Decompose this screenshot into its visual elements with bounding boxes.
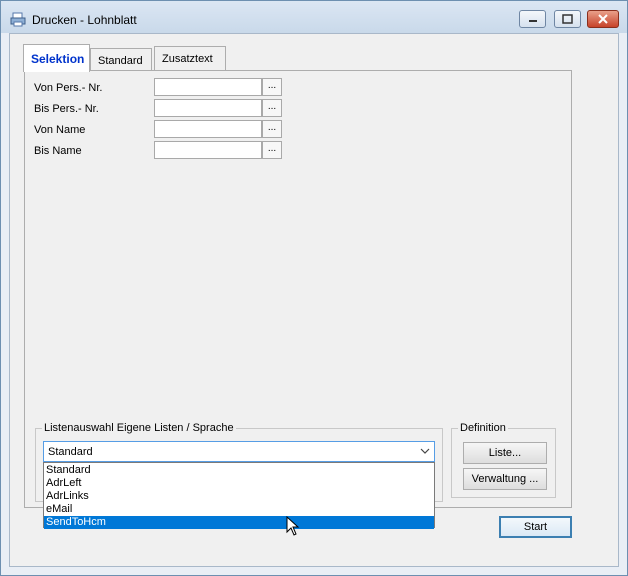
list-selection-combobox[interactable]: Standard (43, 441, 435, 462)
printer-icon (10, 12, 26, 27)
list-selection-group-title: Listenauswahl Eigene Listen / Sprache (42, 422, 236, 434)
bis-name-browse-button[interactable]: ... (262, 141, 282, 159)
mouse-cursor-icon (286, 516, 300, 536)
bis-pers-nr-field[interactable] (154, 99, 262, 117)
von-name-field[interactable] (154, 120, 262, 138)
minimize-icon (529, 20, 537, 22)
chevron-down-icon (420, 448, 430, 454)
von-pers-nr-field[interactable] (154, 78, 262, 96)
bis-name-field[interactable] (154, 141, 262, 159)
window-title: Drucken - Lohnblatt (32, 13, 137, 27)
close-icon (598, 14, 608, 24)
bis-pers-nr-browse-button[interactable]: ... (262, 99, 282, 117)
tab-label: Selektion (31, 52, 85, 66)
maximize-button[interactable] (554, 10, 581, 28)
definition-group-title: Definition (458, 422, 508, 434)
tab-selektion[interactable]: Selektion (23, 44, 90, 72)
tab-label: Zusatztext (162, 53, 213, 65)
tab-label: Standard (98, 55, 143, 67)
maximize-icon (562, 14, 573, 24)
dropdown-option-adrlinks[interactable]: AdrLinks (44, 490, 434, 503)
title-bar[interactable]: Drucken - Lohnblatt (1, 1, 627, 33)
bis-name-label: Bis Name (34, 145, 82, 157)
start-button[interactable]: Start (499, 516, 572, 538)
list-selection-dropdown: Standard AdrLeft AdrLinks eMail SendToHc… (43, 462, 435, 529)
dropdown-option-adrleft[interactable]: AdrLeft (44, 477, 434, 490)
minimize-button[interactable] (519, 10, 546, 28)
tab-standard[interactable]: Standard (90, 48, 152, 72)
dropdown-option-sendtohcm[interactable]: SendToHcm (44, 516, 434, 529)
tab-zusatztext[interactable]: Zusatztext (154, 46, 226, 70)
von-name-label: Von Name (34, 124, 86, 136)
dropdown-option-email[interactable]: eMail (44, 503, 434, 516)
close-button[interactable] (587, 10, 619, 28)
von-name-browse-button[interactable]: ... (262, 120, 282, 138)
bis-pers-nr-label: Bis Pers.- Nr. (34, 103, 99, 115)
von-pers-nr-label: Von Pers.- Nr. (34, 82, 103, 94)
combobox-selected-value: Standard (48, 446, 93, 458)
dropdown-option-standard[interactable]: Standard (44, 464, 434, 477)
von-pers-nr-browse-button[interactable]: ... (262, 78, 282, 96)
liste-button[interactable]: Liste... (463, 442, 547, 464)
verwaltung-button[interactable]: Verwaltung ... (463, 468, 547, 490)
